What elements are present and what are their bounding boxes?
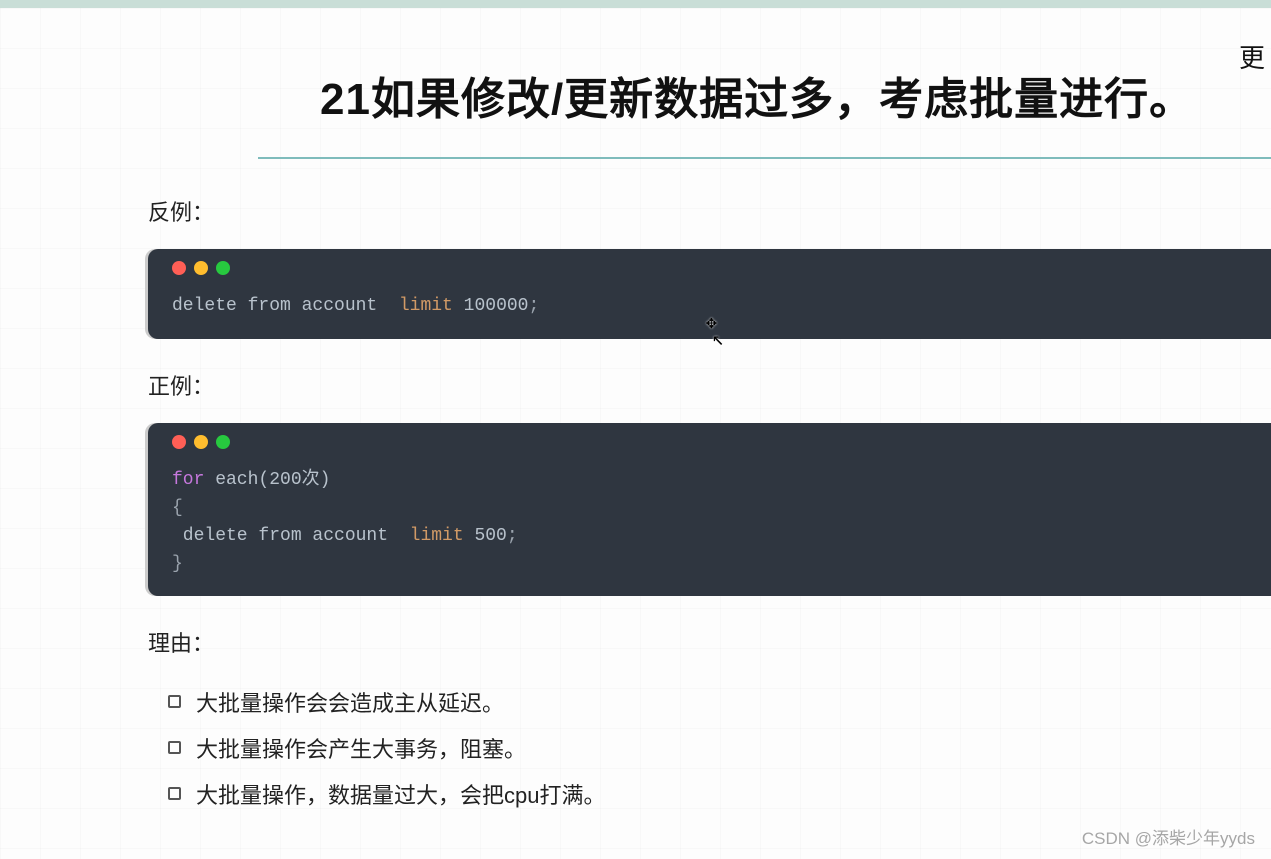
close-icon	[172, 261, 186, 275]
code-block-bad: delete from account limit 100000; ✥ ↖	[148, 249, 1271, 339]
maximize-icon	[216, 435, 230, 449]
list-item: 大批量操作，数据量过大，会把cpu打满。	[168, 778, 1271, 810]
reason-label: 理由：	[148, 626, 1271, 658]
minimize-icon	[194, 261, 208, 275]
code-block-good: for each(200次){ delete from account limi…	[148, 423, 1271, 597]
page-title: 21如果修改/更新数据过多，考虑批量进行。	[320, 63, 1271, 127]
code-line: delete from account limit 500;	[172, 523, 1247, 551]
maximize-icon	[216, 261, 230, 275]
good-example-label: 正例：	[148, 369, 1271, 401]
close-icon	[172, 435, 186, 449]
minimize-icon	[194, 435, 208, 449]
title-underline	[258, 157, 1271, 159]
document-page: 更 21如果修改/更新数据过多，考虑批量进行。 反例： delete from …	[0, 8, 1271, 859]
code-line: for each(200次)	[172, 467, 1247, 495]
bad-example-label: 反例：	[148, 195, 1271, 227]
reason-list: 大批量操作会会造成主从延迟。大批量操作会产生大事务，阻塞。大批量操作，数据量过大…	[168, 686, 1271, 810]
list-item: 大批量操作会会造成主从延迟。	[168, 686, 1271, 718]
top-right-truncated-link[interactable]: 更	[1239, 38, 1265, 75]
list-item: 大批量操作会产生大事务，阻塞。	[168, 732, 1271, 764]
code-line: delete from account limit 100000;	[172, 293, 1247, 321]
code-line: {	[172, 495, 1247, 523]
traffic-lights	[172, 261, 1247, 275]
watermark: CSDN @添柴少年yyds	[1082, 824, 1255, 849]
traffic-lights	[172, 435, 1247, 449]
code-line: }	[172, 551, 1247, 579]
